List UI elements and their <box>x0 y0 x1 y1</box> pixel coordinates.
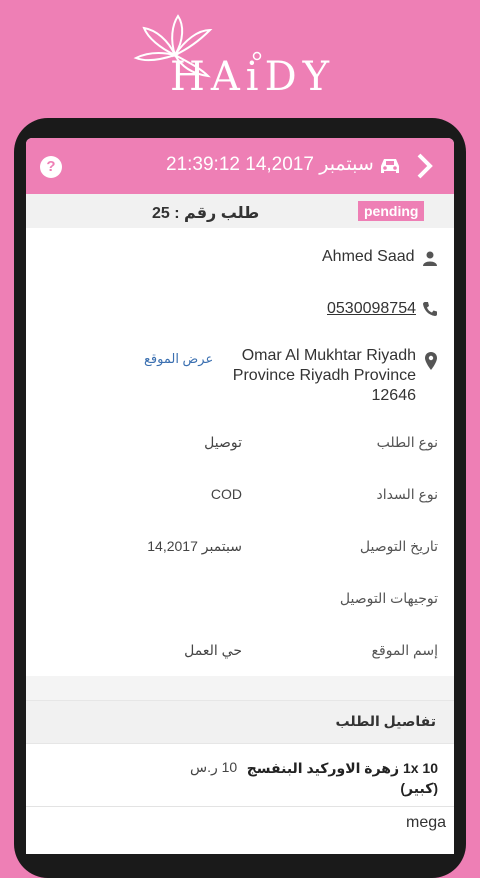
section-title: تفاصيل الطلب <box>335 713 436 729</box>
customer-phone-link[interactable]: 0530098754 <box>327 300 416 318</box>
order-item-line: 10 1x زهرة الاوركيد البنفسج (كبير) <box>246 760 438 796</box>
detail-value-delivery-date: سبتمبر 14,2017 <box>147 538 242 554</box>
order-screen: ? سبتمبر 14,2017 21:39:12 طلب رقم : 25 p… <box>26 138 454 854</box>
order-status-row: طلب رقم : 25 pending <box>26 194 454 228</box>
order-item-price: 10 ر.س <box>190 759 238 775</box>
extra-item-text: mega <box>406 814 447 831</box>
detail-label-order-type: نوع الطلب <box>376 434 438 450</box>
flower-dot-icon <box>252 51 262 61</box>
customer-name: Ahmed Saad <box>322 248 415 265</box>
detail-label-location-name: إسم الموقع <box>371 642 438 658</box>
order-number: طلب رقم : 25 <box>152 205 260 222</box>
detail-label-directions: توجيهات التوصيل <box>339 590 438 606</box>
detail-label-payment: نوع السداد <box>376 486 439 502</box>
detail-value-order-type: توصيل <box>204 434 242 450</box>
customer-address: Omar Al Mukhtar Riyadh Province Riyadh P… <box>232 347 416 404</box>
phone-icon <box>423 302 437 316</box>
user-icon <box>423 251 437 266</box>
chevron-right-icon[interactable] <box>414 152 434 180</box>
view-location-link[interactable]: عرض الموقع <box>144 351 213 367</box>
map-pin-icon <box>425 352 437 370</box>
car-icon <box>381 159 399 173</box>
section-spacer <box>26 676 454 700</box>
detail-value-location-name: حي العمل <box>184 642 242 658</box>
brand-header: HAiDY <box>0 0 480 120</box>
detail-label-delivery-date: تاريخ التوصيل <box>359 538 438 554</box>
order-datetime: سبتمبر 14,2017 21:39:12 <box>166 154 374 175</box>
detail-value-payment: COD <box>210 486 242 502</box>
item-divider <box>26 806 454 807</box>
help-button[interactable]: ? <box>40 156 62 178</box>
order-details-section-header: تفاصيل الطلب <box>26 700 454 744</box>
status-badge: pending <box>358 201 425 221</box>
app-header: ? سبتمبر 14,2017 21:39:12 <box>26 138 454 194</box>
